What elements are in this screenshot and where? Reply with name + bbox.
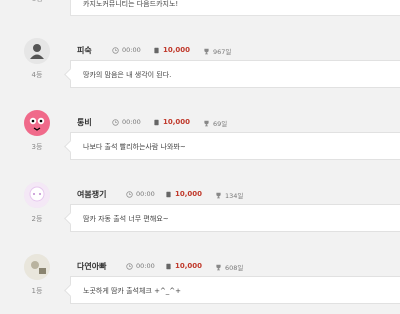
points-value: 10,000: [163, 46, 191, 54]
message-bubble: 땀카 자동 출석 너무 편해요~: [70, 204, 400, 232]
rank-label: 3등: [31, 143, 43, 151]
photo-avatar-icon: [24, 254, 50, 280]
clock-icon: [112, 118, 119, 126]
time-meta: 00:00: [112, 46, 141, 54]
points-meta: 10,000: [165, 190, 202, 198]
days-meta: 608일: [215, 262, 243, 272]
time-value: 00:00: [136, 262, 155, 270]
message-bubble: 땅카의 맘음은 내 생각이 된다.: [70, 60, 400, 88]
avatar[interactable]: [24, 182, 50, 208]
avatar[interactable]: [24, 38, 50, 64]
message-text: 노곳하게 땀카 출석체크 +^_^+: [83, 287, 182, 295]
points-meta: 10,000: [165, 262, 202, 270]
attendance-entry: 1등 다연아빠 00:00 10,000 608일 노곳하게 땀카 출석체크 +…: [0, 254, 400, 314]
trophy-icon: [204, 48, 209, 54]
time-value: 00:00: [136, 190, 155, 198]
clock-icon: [112, 46, 119, 54]
coin-icon: [154, 119, 159, 125]
rank-label: 5등: [32, 0, 43, 4]
nickname[interactable]: 다연아빠: [77, 261, 106, 272]
coin-icon: [166, 263, 171, 269]
nickname[interactable]: 피숙: [77, 45, 92, 56]
time-value: 00:00: [122, 118, 141, 126]
clock-icon: [126, 262, 133, 270]
days-value: 967일: [213, 48, 232, 56]
attendance-entry: 2등 여봄쟁기 00:00 10,000 134일 땀카 자동 출석 너무 편해…: [0, 182, 400, 242]
avatar[interactable]: [24, 110, 50, 136]
time-meta: 00:00: [126, 262, 155, 270]
days-meta: 967일: [203, 46, 231, 56]
points-value: 10,000: [175, 190, 203, 198]
message-text: 땀카 자동 출석 너무 편해요~: [83, 215, 169, 223]
trophy-icon: [216, 192, 221, 198]
time-value: 00:00: [122, 46, 141, 54]
time-meta: 00:00: [112, 118, 141, 126]
avatar[interactable]: [24, 254, 50, 280]
trophy-icon: [204, 120, 209, 126]
days-value: 134일: [225, 192, 244, 200]
attendance-entry: 3등 통비 00:00 10,000 69일 나보다 출석 빨리하는사람 나와봐…: [0, 110, 400, 170]
clock-icon: [126, 190, 133, 198]
points-meta: 10,000: [153, 46, 190, 54]
pink-face-avatar-icon: [24, 110, 50, 136]
nickname[interactable]: 통비: [77, 117, 92, 128]
rank-label: 4등: [31, 71, 43, 79]
days-meta: 134일: [215, 190, 243, 200]
points-value: 10,000: [163, 118, 191, 126]
days-value: 608일: [225, 264, 244, 272]
time-meta: 00:00: [126, 190, 155, 198]
message-bubble: 나보다 출석 빨리하는사람 나와봐~: [70, 132, 400, 160]
message-text: 나보다 출석 빨리하는사람 나와봐~: [83, 143, 186, 151]
points-meta: 10,000: [153, 118, 190, 126]
attendance-entry: 4등 피숙 00:00 10,000 967일 땅카의 맘음은 내 생각이 된다…: [0, 38, 400, 98]
message-bubble: 카지노커뮤니티는 다음드카지노!: [70, 0, 400, 16]
days-meta: 69일: [203, 118, 227, 128]
nickname[interactable]: 여봄쟁기: [77, 189, 106, 200]
previous-entry: 5등 카지노커뮤니티는 다음드카지노!: [0, 0, 400, 20]
points-value: 10,000: [175, 262, 203, 270]
message-text: 카지노커뮤니티는 다음드카지노!: [83, 0, 179, 8]
rank-label: 2등: [31, 215, 43, 223]
user-silhouette-icon: [24, 38, 50, 64]
coin-icon: [154, 47, 159, 53]
days-value: 69일: [213, 120, 228, 128]
coin-icon: [166, 191, 171, 197]
message-text: 땅카의 맘음은 내 생각이 된다.: [83, 71, 172, 79]
character-avatar-icon: [24, 182, 50, 208]
rank-label: 1등: [31, 287, 43, 295]
trophy-icon: [216, 264, 221, 270]
